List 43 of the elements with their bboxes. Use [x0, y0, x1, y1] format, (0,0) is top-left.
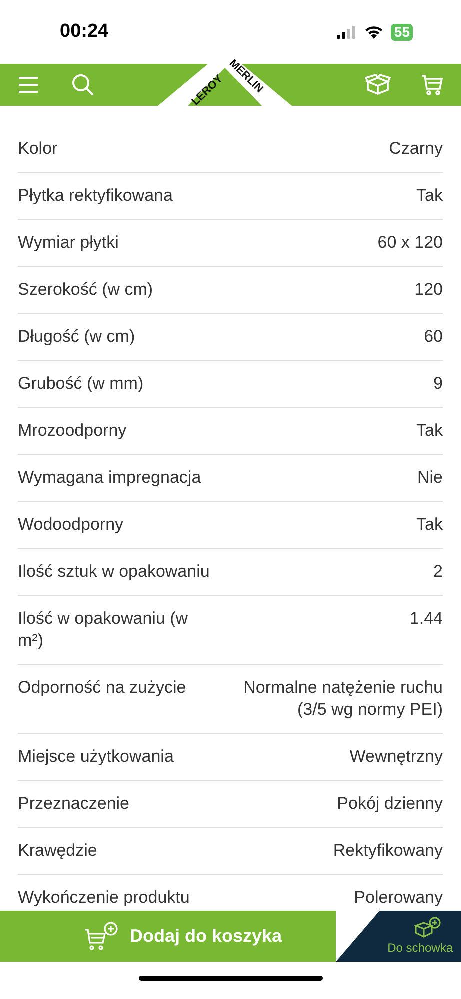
- spec-value: 1.44: [410, 608, 443, 630]
- cart-plus-icon: [84, 922, 118, 952]
- spec-label: Odporność na zużycie: [18, 677, 186, 699]
- spec-value: 9: [434, 373, 443, 395]
- spec-value: Wewnętrzny: [350, 746, 443, 768]
- status-time: 00:24: [60, 20, 109, 44]
- spec-value: Rektyfikowany: [333, 840, 443, 862]
- signal-icon: [337, 26, 358, 38]
- search-icon[interactable]: [72, 74, 94, 96]
- spec-label: Kolor: [18, 138, 58, 160]
- battery-level: 55: [391, 24, 413, 40]
- spec-label: Przeznaczenie: [18, 793, 130, 815]
- spec-value: 60 x 120: [378, 232, 443, 254]
- spec-value: Pokój dzienny: [337, 793, 443, 815]
- box-icon[interactable]: [365, 74, 391, 96]
- cart-icon[interactable]: [421, 74, 443, 96]
- box-plus-icon: [413, 916, 441, 938]
- spec-value: Normalne natężenie ruchu (3/5 wg normy PEI): [242, 677, 443, 721]
- spec-label: Mrozoodporny: [18, 420, 127, 442]
- spec-label: Długość (w cm): [18, 326, 136, 348]
- spec-value: Nie: [417, 467, 443, 489]
- spec-label: Płytka rektyfikowana: [18, 185, 173, 207]
- spec-label: Szerokość (w cm): [18, 279, 154, 301]
- spec-value: Czarny: [389, 138, 443, 160]
- spec-label: Wykończenie produktu: [18, 887, 190, 909]
- spec-value: 120: [414, 279, 443, 301]
- spec-label: Wodoodporny: [18, 514, 124, 536]
- spec-value: Tak: [416, 514, 443, 536]
- spec-value: 60: [424, 326, 443, 348]
- spec-label: Wymagana impregnacja: [18, 467, 202, 489]
- spec-label: Krawędzie: [18, 840, 98, 862]
- spec-value: Polerowany: [354, 887, 443, 909]
- save-button[interactable]: Do schowka: [336, 911, 461, 962]
- spec-value: 2: [434, 561, 443, 583]
- spec-value: Tak: [416, 185, 443, 207]
- menu-icon[interactable]: [18, 77, 39, 93]
- wifi-icon: [364, 24, 384, 40]
- spec-label: Ilość w opakowaniu (w m²): [18, 608, 190, 652]
- spec-label: Wymiar płytki: [18, 232, 119, 254]
- spec-label: Grubość (w mm): [18, 373, 144, 395]
- spec-label: Ilość sztuk w opakowaniu: [18, 561, 210, 583]
- spec-value: Tak: [416, 420, 443, 442]
- spec-label: Miejsce użytkowania: [18, 746, 174, 768]
